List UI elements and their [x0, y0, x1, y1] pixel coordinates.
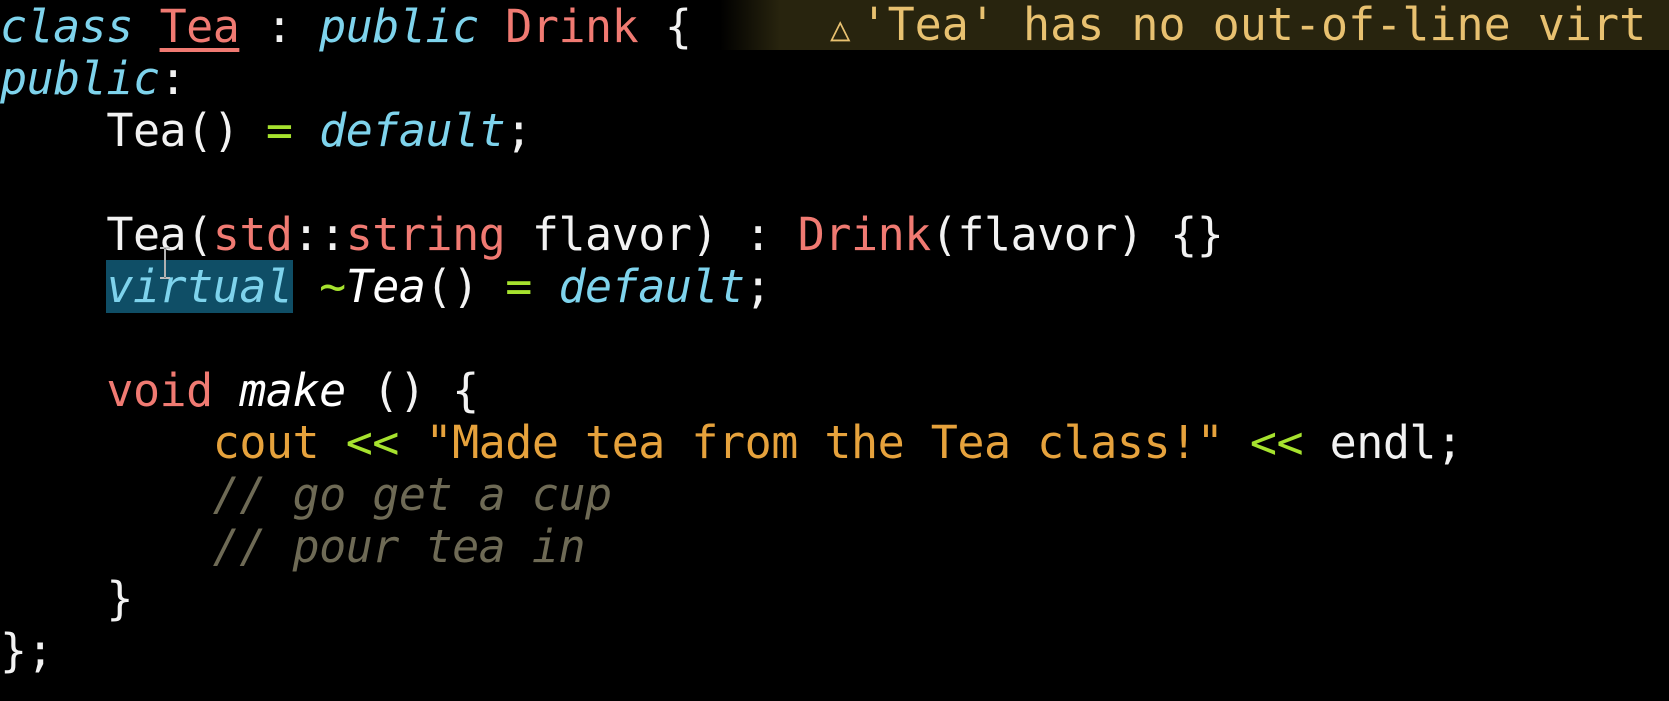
parameter-text: flavor) :	[505, 208, 798, 261]
base-class-drink: Drink	[797, 208, 931, 261]
identifier-cout: cout	[212, 416, 320, 469]
code-line: Tea(std::string flavor) : Drink(flavor) …	[0, 208, 1223, 262]
code-line: // go get a cup	[0, 468, 612, 522]
code-line: // pour tea in	[0, 520, 586, 574]
operator-insert: <<	[1249, 416, 1304, 469]
warning-triangle-icon: △	[830, 9, 851, 49]
punctuation: () {	[345, 364, 479, 417]
keyword-public: public	[0, 52, 160, 105]
keyword-public: public	[319, 0, 479, 53]
punctuation: };	[0, 624, 54, 677]
punctuation: :	[239, 0, 320, 53]
punctuation: {	[638, 0, 692, 53]
constructor-name: Tea	[106, 208, 187, 261]
keyword-default: default	[558, 260, 745, 313]
destructor-name: Tea	[345, 260, 426, 313]
punctuation: (	[186, 208, 213, 261]
string-literal: "Made tea from the Tea class!"	[425, 416, 1224, 469]
punctuation: ;	[744, 260, 772, 313]
constructor-name: Tea	[106, 104, 187, 157]
inline-diagnostic-warning[interactable]: △ 'Tea' has no out-of-line virt	[720, 0, 1669, 50]
method-name-make: make	[239, 364, 346, 417]
keyword-default: default	[319, 104, 506, 157]
operator-insert: <<	[345, 416, 400, 469]
operator-assign: =	[239, 104, 320, 157]
code-editor[interactable]: class Tea : public Drink { public: Tea()…	[0, 0, 1669, 701]
punctuation: :	[159, 52, 187, 105]
code-line: };	[0, 624, 54, 678]
namespace-std: std	[212, 208, 293, 261]
code-line: virtual ~Tea() = default;	[0, 260, 772, 314]
code-line: class Tea : public Drink {	[0, 0, 692, 54]
initializer-text: (flavor) {}	[930, 208, 1224, 261]
type-string: string	[345, 208, 506, 261]
code-line: }	[0, 572, 133, 626]
operator-assign: =	[478, 260, 559, 313]
comment: // go get a cup	[212, 468, 612, 521]
code-line: Tea() = default;	[0, 104, 532, 158]
keyword-void: void	[106, 364, 213, 417]
punctuation: ()	[186, 104, 240, 157]
keyword-class: class	[0, 0, 133, 53]
code-line: public:	[0, 52, 187, 106]
punctuation: ;	[505, 104, 532, 157]
code-line: void make () {	[0, 364, 479, 418]
operator-tilde: ~	[319, 260, 346, 313]
class-name-tea[interactable]: Tea	[160, 0, 240, 53]
diagnostic-message: 'Tea' has no out-of-line virt	[860, 0, 1647, 50]
base-class-drink: Drink	[505, 0, 639, 53]
identifier-endl: endl;	[1303, 416, 1463, 469]
punctuation: ::	[292, 208, 347, 261]
comment: // pour tea in	[212, 520, 586, 573]
punctuation: }	[106, 572, 133, 625]
keyword-virtual-selected[interactable]: virtual	[106, 260, 293, 313]
code-line: cout << "Made tea from the Tea class!" <…	[0, 416, 1463, 470]
punctuation: ()	[425, 260, 480, 313]
